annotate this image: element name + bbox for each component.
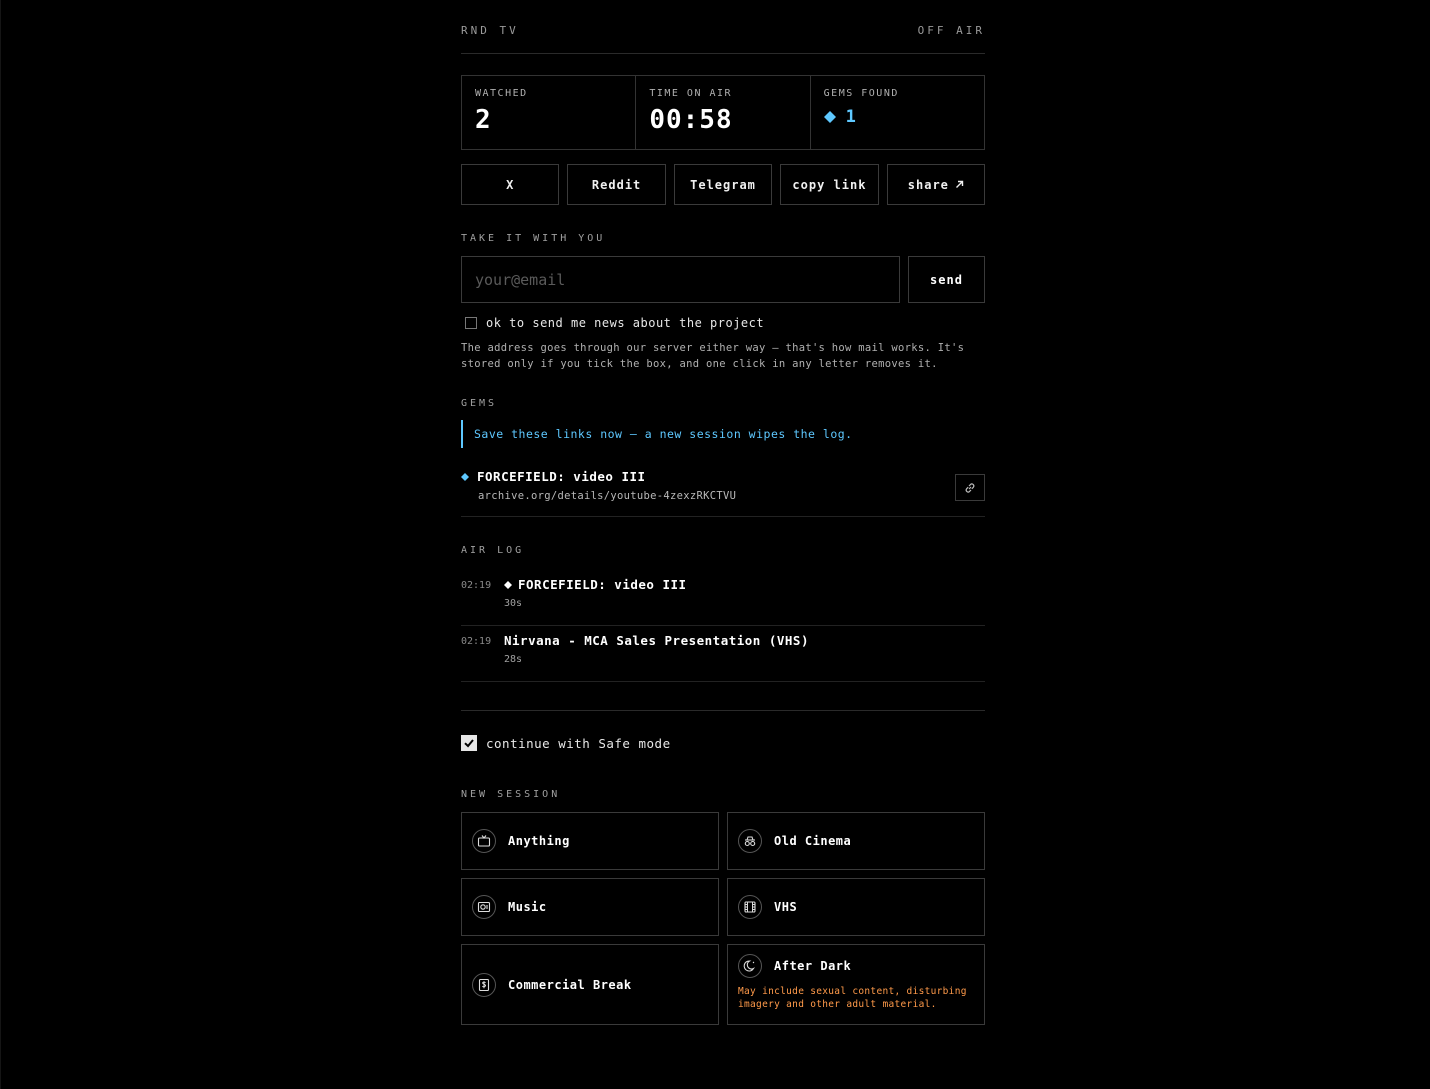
session-option-vhs[interactable]: VHS <box>727 878 985 936</box>
log-item-duration: 30s <box>504 598 523 609</box>
air-log-label: AIR LOG <box>461 545 525 556</box>
log-item-duration: 28s <box>504 654 523 665</box>
session-option-label: Anything <box>508 834 570 848</box>
consent-checkbox[interactable] <box>465 317 477 329</box>
adult-content-warning: May include sexual content, disturbing i… <box>738 986 967 1010</box>
session-option-commercial-break[interactable]: Commercial Break <box>461 944 719 1025</box>
gem-icon <box>823 111 836 123</box>
stat-gems: GEMS FOUND 1 <box>811 76 984 149</box>
gem-icon <box>504 580 512 589</box>
consent-label: ok to send me news about the project <box>486 316 765 330</box>
stat-time: TIME ON AIR 00:58 <box>636 76 811 149</box>
divider <box>461 710 985 711</box>
gem-icon <box>461 472 469 481</box>
session-option-after-dark[interactable]: After Dark May include sexual content, d… <box>727 944 985 1025</box>
share-x-button[interactable]: X <box>461 164 560 205</box>
safe-mode-checkbox[interactable] <box>461 735 477 751</box>
gems-callout: Save these links now — a new session wip… <box>461 420 985 448</box>
open-link-button[interactable] <box>955 474 985 501</box>
session-option-label: Old Cinema <box>774 834 852 848</box>
log-item-title-row: Nirvana - MCA Sales Presentation (VHS) <box>504 633 809 648</box>
share-reddit-button[interactable]: Reddit <box>567 164 666 205</box>
email-input[interactable] <box>461 256 900 303</box>
copy-link-button[interactable]: copy link <box>780 164 879 205</box>
session-option-anything[interactable]: Anything <box>461 812 719 870</box>
session-option-label: After Dark <box>774 959 852 973</box>
gem-item-url[interactable]: archive.org/details/youtube-4zexzRKCTVU <box>478 490 736 502</box>
privacy-notice: The address goes through our server eith… <box>461 342 965 370</box>
glasses-icon <box>738 829 762 853</box>
stat-gems-value-row: 1 <box>823 107 971 127</box>
session-option-old-cinema[interactable]: Old Cinema <box>727 812 985 870</box>
share-button-label: share <box>907 177 949 192</box>
email-row: send <box>461 256 985 303</box>
gems-section-label: GEMS <box>461 398 498 409</box>
log-item-title: FORCEFIELD: video III <box>518 577 687 592</box>
share-telegram-button[interactable]: Telegram <box>673 164 773 205</box>
session-option-label: VHS <box>774 900 798 914</box>
session-option-label: Music <box>508 900 547 914</box>
gem-item: FORCEFIELD: video III archive.org/detail… <box>461 464 985 517</box>
stat-watched-label: WATCHED <box>475 88 528 99</box>
broadcast-status: OFF AIR <box>917 24 985 37</box>
take-it-with-you-label: TAKE IT WITH YOU <box>461 233 606 244</box>
log-item-title: Nirvana - MCA Sales Presentation (VHS) <box>504 633 809 648</box>
stat-gems-value: 1 <box>845 107 856 127</box>
arrow-up-right-icon <box>955 180 964 188</box>
share-row: X Reddit Telegram copy link share <box>461 164 986 205</box>
new-session-label: NEW SESSION <box>461 789 561 800</box>
log-item: 02:19 FORCEFIELD: video III 30s <box>461 570 985 626</box>
safe-mode-row[interactable]: continue with Safe mode <box>461 735 985 751</box>
stat-time-label: TIME ON AIR <box>649 88 733 99</box>
checkmark-icon <box>464 739 474 748</box>
session-option-head: After Dark <box>738 954 851 978</box>
stat-time-value: 00:58 <box>649 105 733 135</box>
log-item-time: 02:19 <box>461 636 492 647</box>
top-bar: RND TV OFF AIR <box>461 0 985 54</box>
moon-icon <box>738 954 762 978</box>
brand-title: RND TV <box>461 24 519 37</box>
main-panel: RND TV OFF AIR WATCHED 2 TIME ON AIR 00:… <box>461 0 986 1025</box>
send-button[interactable]: send <box>908 256 985 303</box>
link-icon <box>965 482 975 493</box>
safe-mode-label: continue with Safe mode <box>486 735 671 751</box>
stat-watched-value: 2 <box>475 105 492 135</box>
tv-icon <box>472 829 496 853</box>
share-button[interactable]: share <box>886 164 986 205</box>
speaker-icon <box>472 895 496 919</box>
log-item-time: 02:19 <box>461 580 492 591</box>
stat-watched: WATCHED 2 <box>462 76 637 149</box>
stat-gems-label: GEMS FOUND <box>823 88 899 99</box>
log-item-title-row: FORCEFIELD: video III <box>504 577 687 592</box>
gem-item-title: FORCEFIELD: video III <box>477 469 646 484</box>
session-option-label: Commercial Break <box>508 977 632 992</box>
session-options-grid: Anything Old Cinema Music VHS Commercial… <box>461 812 985 1025</box>
consent-row[interactable]: ok to send me news about the project <box>461 316 985 330</box>
session-option-music[interactable]: Music <box>461 878 719 936</box>
gem-item-title-row: FORCEFIELD: video III <box>461 469 646 484</box>
dollar-icon <box>472 972 496 997</box>
stats-panel: WATCHED 2 TIME ON AIR 00:58 GEMS FOUND 1 <box>461 75 985 150</box>
log-item: 02:19 Nirvana - MCA Sales Presentation (… <box>461 626 985 682</box>
film-icon <box>738 895 762 919</box>
